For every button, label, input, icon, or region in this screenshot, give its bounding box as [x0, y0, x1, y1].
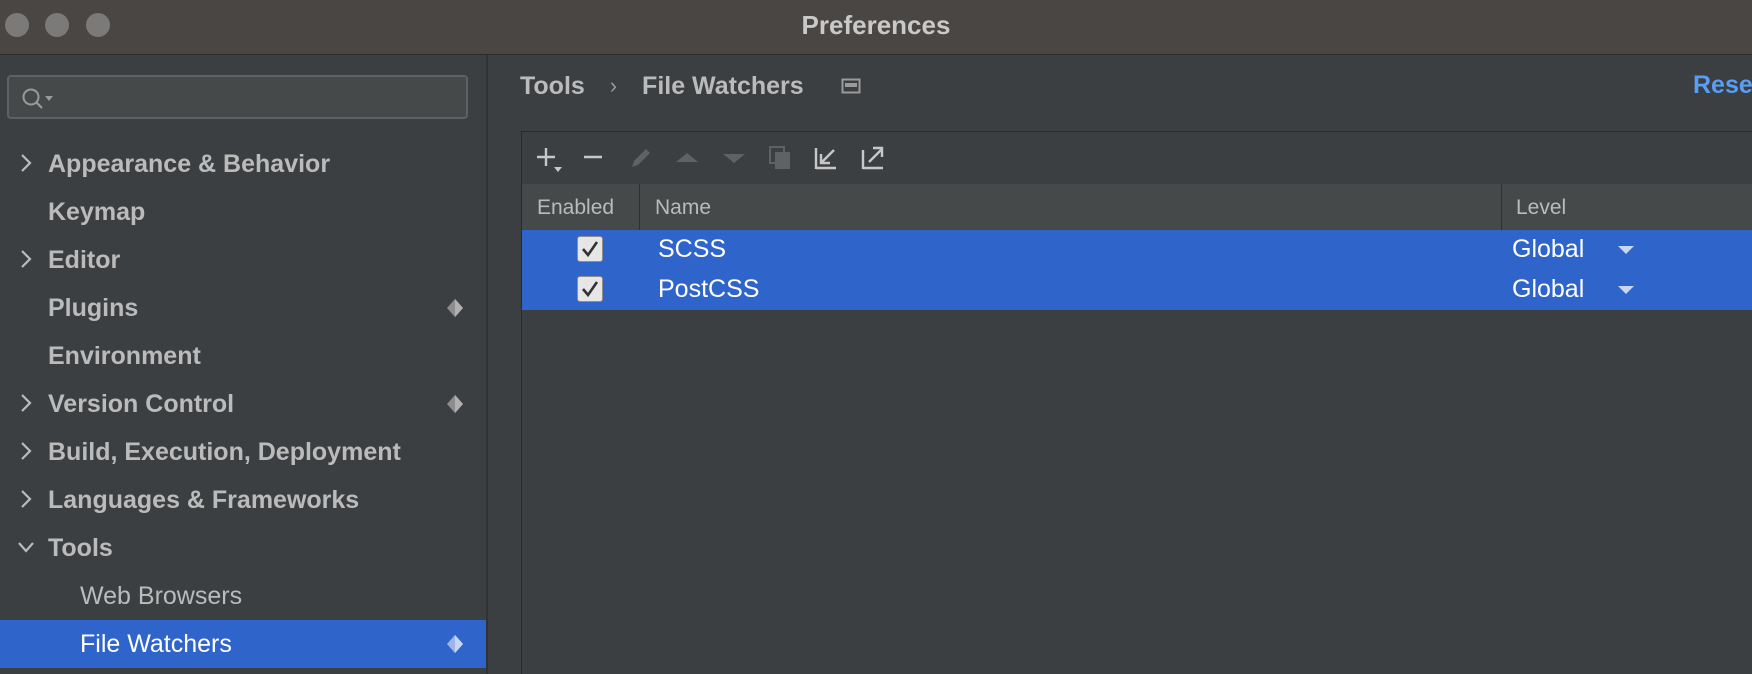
breadcrumb-parent[interactable]: Tools	[520, 72, 585, 101]
watcher-level[interactable]: Global	[1512, 275, 1584, 304]
reset-link[interactable]: Rese	[1693, 71, 1752, 100]
column-header-name[interactable]: Name	[655, 196, 711, 220]
sidebar-item-tools[interactable]: Tools	[0, 524, 486, 572]
sidebar-item-label: Version Control	[48, 390, 235, 418]
move-down-icon[interactable]	[718, 142, 750, 174]
sidebar-item-editor[interactable]: Editor	[0, 236, 486, 284]
watcher-name: SCSS	[658, 235, 727, 263]
add-icon[interactable]	[532, 142, 564, 174]
sidebar-item-environment[interactable]: Environment	[0, 332, 486, 380]
sidebar-item-languages-frameworks[interactable]: Languages & Frameworks	[0, 476, 486, 524]
preferences-window: Preferences Appearance & Behavior Keymap…	[0, 0, 1752, 674]
sidebar-item-web-browsers[interactable]: Web Browsers	[0, 572, 486, 620]
table-row[interactable]: SCSS Global	[522, 230, 1752, 270]
sidebar-item-keymap[interactable]: Keymap	[0, 188, 486, 236]
breadcrumb: Tools › File Watchers	[520, 71, 861, 101]
table-header: Enabled Name Level	[522, 184, 1752, 231]
sidebar-item-version-control[interactable]: Version Control	[0, 380, 486, 428]
dropdown-arrow-icon[interactable]	[1617, 245, 1635, 255]
sidebar-item-file-watchers[interactable]: File Watchers	[0, 620, 486, 668]
column-header-level[interactable]: Level	[1516, 196, 1566, 220]
sidebar-item-label: Editor	[48, 246, 121, 274]
enabled-checkbox[interactable]	[577, 276, 603, 302]
chevron-right-icon[interactable]	[18, 152, 34, 174]
edit-icon[interactable]	[625, 142, 657, 174]
checkmark-icon	[582, 241, 599, 258]
chevron-right-icon[interactable]	[18, 440, 34, 462]
breadcrumb-separator: ›	[609, 73, 618, 99]
project-level-icon	[447, 299, 463, 317]
search-icon	[22, 88, 53, 109]
sidebar-item-appearance-behavior[interactable]: Appearance & Behavior	[0, 140, 486, 188]
checkmark-icon	[582, 281, 599, 298]
sidebar-item-label: Languages & Frameworks	[48, 486, 360, 514]
sidebar-item-build-execution-deployment[interactable]: Build, Execution, Deployment	[0, 428, 486, 476]
sidebar-item-label: Web Browsers	[80, 582, 243, 610]
sidebar-item-label: Appearance & Behavior	[48, 150, 331, 178]
enabled-checkbox[interactable]	[577, 236, 603, 262]
sidebar-item-label: Build, Execution, Deployment	[48, 438, 401, 466]
settings-content: Tools › File Watchers Rese Enabled Name …	[488, 55, 1752, 674]
table-toolbar	[522, 132, 1752, 185]
sidebar-item-plugins[interactable]: Plugins	[0, 284, 486, 332]
chevron-right-icon[interactable]	[18, 392, 34, 414]
sidebar-item-label: File Watchers	[80, 630, 232, 658]
remove-icon[interactable]	[578, 142, 610, 174]
chevron-right-icon[interactable]	[18, 248, 34, 270]
project-scope-icon	[841, 72, 861, 101]
column-divider[interactable]	[1501, 184, 1502, 230]
table-row[interactable]: PostCSS Global	[522, 270, 1752, 310]
sidebar-item-label: Tools	[48, 534, 113, 562]
chevron-down-icon[interactable]	[18, 536, 34, 558]
export-icon[interactable]	[857, 142, 889, 174]
chevron-right-icon[interactable]	[18, 488, 34, 510]
title-bar: Preferences	[0, 0, 1752, 55]
sidebar-item-label: Plugins	[48, 294, 139, 322]
file-watchers-table: Enabled Name Level SCSS Global PostCSS G…	[521, 131, 1752, 674]
breadcrumb-current: File Watchers	[642, 71, 804, 100]
copy-icon[interactable]	[764, 142, 796, 174]
settings-sidebar: Appearance & Behavior Keymap Editor Plug…	[0, 55, 488, 674]
settings-tree: Appearance & Behavior Keymap Editor Plug…	[0, 140, 486, 668]
project-level-icon	[447, 395, 463, 413]
move-up-icon[interactable]	[671, 142, 703, 174]
watcher-level[interactable]: Global	[1512, 235, 1584, 264]
sidebar-item-label: Environment	[48, 342, 201, 370]
import-icon[interactable]	[810, 142, 842, 174]
search-input[interactable]	[7, 75, 468, 119]
column-header-enabled[interactable]: Enabled	[537, 196, 614, 220]
sidebar-item-label: Keymap	[48, 198, 146, 226]
window-title: Preferences	[801, 10, 951, 40]
watcher-name: PostCSS	[658, 275, 760, 303]
project-level-icon	[447, 635, 463, 653]
dropdown-arrow-icon[interactable]	[1617, 285, 1635, 295]
column-divider[interactable]	[639, 184, 640, 230]
